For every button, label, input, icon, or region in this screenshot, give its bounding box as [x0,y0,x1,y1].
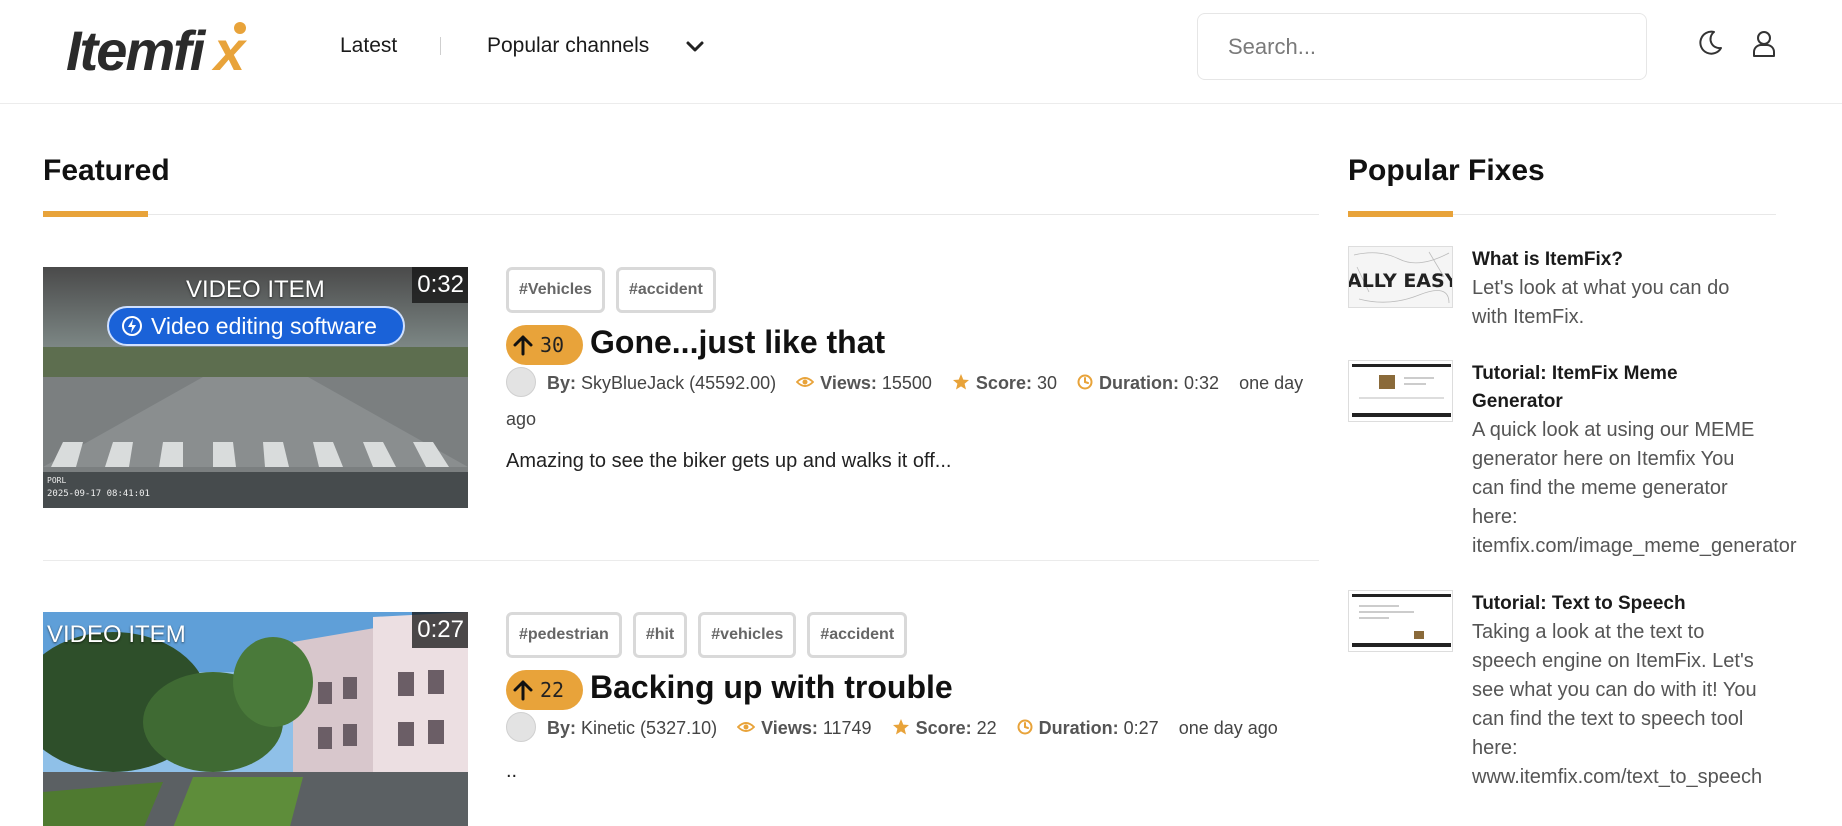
video-thumbnail[interactable]: PORL 2025-09-17 08:41:01 VIDEO ITEM 0:32… [43,267,468,508]
popular-accent-bar [1348,211,1453,217]
duration-badge: 0:27 [412,612,468,648]
nav-popular-channels[interactable]: Popular channels [487,34,649,58]
svg-text:ALLY EASY: ALLY EASY [1349,270,1453,292]
popular-fix-thumbnail[interactable] [1348,590,1453,652]
popular-fix-item: Tutorial: ItemFix Meme Generator A quick… [1348,360,1842,570]
score-value: 30 [1036,373,1057,393]
upvote-button[interactable]: 22 [506,670,583,710]
nav-separator [440,37,441,55]
by-label: By: [547,373,577,393]
score-value: 22 [976,718,997,738]
tag-chip[interactable]: #vehicles [698,612,797,658]
moon-icon[interactable] [1695,28,1725,58]
item-meta: By: SkyBlueJack (45592.00) Views: 15500 Sc… [506,365,1326,437]
tag-chip[interactable]: #Vehicles [506,267,605,313]
item-description: .. [506,760,518,782]
video-item-label: VIDEO ITEM [47,621,186,648]
tts-tutorial-thumbnail [1349,591,1452,651]
upvote-button[interactable]: 30 [506,325,583,365]
popular-fix-item: Tutorial: Text to Speech Taking a look a… [1348,590,1842,790]
featured-item: PORL 2025-09-17 08:41:01 VIDEO ITEM 0:32… [43,267,1319,517]
search-input[interactable] [1197,13,1647,80]
vote-count: 30 [540,333,565,357]
vote-count: 22 [540,678,565,702]
popular-fix-thumbnail[interactable]: ALLY EASY [1348,246,1453,308]
by-label: By: [547,718,577,738]
clock-icon [1077,374,1093,390]
video-item-label: VIDEO ITEM [186,276,325,303]
eye-icon [796,377,815,388]
arrow-up-icon [513,335,533,356]
tag-chip[interactable]: #hit [632,612,688,658]
clock-icon [1017,719,1033,735]
site-header: Itemfi x Latest Popular channels [0,0,1842,104]
tag-list: #Vehicles #accident [506,267,716,313]
star-icon [892,719,909,735]
video-editing-promo-button[interactable]: Video editing software [107,306,405,346]
user-icon[interactable] [1749,28,1779,58]
popular-fix-item: ALLY EASY What is ItemFix? Let's look at… [1348,246,1842,336]
popular-fix-thumbnail[interactable] [1348,360,1453,422]
easy-text-thumbnail: ALLY EASY [1349,247,1453,307]
score-label: Score: [915,718,972,738]
arrow-up-icon [513,680,533,701]
author-name[interactable]: Kinetic (5327.10) [581,718,717,738]
score-label: Score: [975,373,1032,393]
author-name[interactable]: SkyBlueJack (45592.00) [581,373,776,393]
svg-text:Itemfi: Itemfi [66,19,207,76]
featured-divider [43,214,1319,215]
duration-badge: 0:32 [412,267,468,303]
featured-heading: Featured [43,154,170,187]
popular-fix-title[interactable]: What is ItemFix? [1472,246,1802,274]
star-icon [952,374,969,390]
itemfix-logo[interactable]: Itemfi x [64,18,274,76]
svg-text:PORL: PORL [47,476,66,485]
tag-chip[interactable]: #pedestrian [506,612,622,658]
chevron-down-icon[interactable] [684,36,706,58]
nav-latest[interactable]: Latest [340,34,397,58]
tag-chip[interactable]: #accident [615,267,716,313]
views-label: Views: [820,373,877,393]
popular-fix-text: Let's look at what you can do with ItemF… [1472,277,1730,328]
popular-fix-text: A quick look at using our MEME generator… [1472,419,1797,557]
video-thumbnail[interactable]: VIDEO ITEM 0:27 [43,612,468,826]
item-title[interactable]: Gone...just like that [590,324,885,361]
age-text: one day ago [1178,718,1278,738]
author-avatar[interactable] [506,367,536,398]
popular-fix-text: Taking a look at the text to speech engi… [1472,621,1763,788]
meme-tutorial-thumbnail [1349,361,1452,421]
eye-icon [737,722,756,733]
popular-fix-title[interactable]: Tutorial: Text to Speech [1472,590,1802,618]
tag-list: #pedestrian #hit #vehicles #accident [506,612,908,658]
duration-label: Duration: [1099,373,1179,393]
svg-text:2025-09-17 08:41:01: 2025-09-17 08:41:01 [47,489,150,499]
tag-chip[interactable]: #accident [807,612,908,658]
author-avatar[interactable] [506,712,536,743]
item-meta: By: Kinetic (5327.10) Views: 11749 Score: … [506,710,1346,746]
views-value: 15500 [881,373,932,393]
views-value: 11749 [822,718,872,738]
item-title[interactable]: Backing up with trouble [590,669,953,706]
lightning-icon [122,316,142,336]
item-description: Amazing to see the biker gets up and wal… [506,450,952,472]
popular-fixes-heading: Popular Fixes [1348,154,1545,187]
duration-value: 0:27 [1123,718,1159,738]
item-divider [43,560,1319,561]
promo-label: Video editing software [151,312,377,339]
popular-fix-title[interactable]: Tutorial: ItemFix Meme Generator [1472,360,1802,416]
views-label: Views: [761,718,818,738]
featured-accent-bar [43,211,148,217]
duration-value: 0:32 [1184,373,1220,393]
duration-label: Duration: [1038,718,1119,738]
featured-item: VIDEO ITEM 0:27 #pedestrian #hit #vehicl… [43,612,1319,826]
